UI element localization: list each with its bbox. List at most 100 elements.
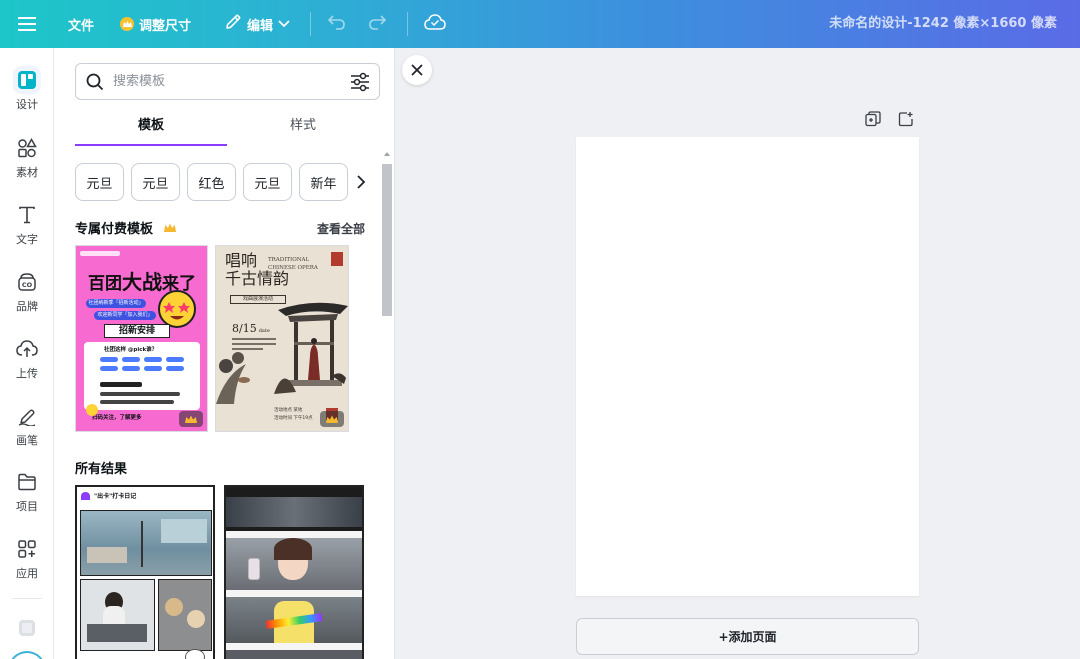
template-card-photo-diary[interactable]: "出卡"打卡日记 [75, 485, 215, 659]
menu-icon[interactable] [0, 0, 54, 48]
template-card-chinese-opera[interactable]: 唱响 千古情韵 TRADITIONAL CHINESE OPERA 戏曲展演活动… [215, 245, 349, 432]
suggestion-chips: 元旦 元旦 红色 元旦 新年 [75, 163, 348, 201]
card2-english: TRADITIONAL CHINESE OPERA [268, 257, 318, 271]
card1-tag-grid [100, 357, 190, 381]
card1-panel: 社团这样 @pick谁？ [84, 342, 200, 410]
rail-item-apps[interactable]: 应用 [0, 537, 54, 581]
add-page-button[interactable]: +添加页面 [576, 618, 919, 655]
panel-tabs: 模板 样式 [75, 114, 380, 146]
design-page[interactable] [576, 137, 919, 596]
photo-girl-selfie [226, 538, 362, 590]
elements-icon [0, 136, 54, 160]
edit-label: 编辑 [247, 18, 274, 34]
search-box[interactable] [75, 63, 380, 100]
chip[interactable]: 红色 [187, 163, 236, 201]
card1-line2: 欢迎新同学「加入我们」 [94, 311, 156, 320]
close-icon [411, 61, 423, 80]
resize-button[interactable]: 调整尺寸 [120, 0, 191, 48]
brand-icon: CO [0, 270, 54, 294]
upload-icon [0, 337, 54, 361]
search-icon [85, 72, 105, 92]
card2-date: 8/15 date [232, 322, 270, 335]
close-panel-button[interactable] [402, 55, 432, 85]
file-menu-button[interactable]: 文件 [68, 0, 94, 48]
seal-stamp [331, 252, 343, 266]
edit-menu-button[interactable]: 编辑 [224, 0, 290, 48]
top-bar: 文件 调整尺寸 编辑 未命名的设计-1242 像素×1660 像素 [0, 0, 1080, 48]
add-page-icon[interactable] [898, 111, 914, 131]
rail-item-design[interactable]: 设计 [0, 66, 54, 112]
draw-icon [0, 404, 54, 428]
crown-icon [163, 222, 176, 237]
template-card-selfie-strip[interactable] [224, 485, 364, 659]
chip[interactable]: 元旦 [131, 163, 180, 201]
rail-label: 画笔 [16, 434, 38, 447]
tab-templates[interactable]: 模板 [75, 114, 227, 146]
more-icon[interactable] [19, 620, 35, 640]
pencil-icon [224, 13, 242, 35]
rail-item-brand[interactable]: CO 品牌 [0, 270, 54, 314]
tree-branch-illustration [216, 352, 250, 404]
premium-crown-badge [179, 411, 203, 427]
duplicate-page-icon[interactable] [865, 111, 881, 131]
emoji-icon [86, 404, 98, 416]
templates-panel: 模板 样式 元旦 元旦 红色 元旦 新年 专属付费模板 查看全部 百团大战来了 … [54, 48, 395, 659]
rail-label: 应用 [16, 567, 38, 580]
rail-label: 素材 [16, 166, 38, 179]
rail-label: 项目 [16, 500, 38, 513]
see-all-link[interactable]: 查看全部 [317, 220, 365, 237]
card1-ask: 社团这样 @pick谁？ [104, 347, 158, 353]
rail-item-text[interactable]: 文字 [0, 203, 54, 247]
chip[interactable]: 元旦 [243, 163, 292, 201]
card3-header: "出卡"打卡日记 [81, 491, 136, 500]
photo-strip-top [226, 497, 362, 527]
divider [310, 12, 312, 36]
file-menu-label: 文件 [68, 18, 95, 34]
tab-styles[interactable]: 样式 [227, 114, 379, 146]
chevron-down-icon [278, 17, 290, 32]
filter-icon[interactable] [350, 72, 370, 96]
flower-sticker-icon [185, 649, 205, 659]
card1-text-line [100, 392, 180, 396]
avatar[interactable] [8, 651, 46, 659]
card2-info: 活动地点 某地 活动时间 下午19点 [274, 408, 313, 421]
projects-icon [0, 470, 54, 494]
card1-section: 招新安排 [104, 324, 170, 338]
card1-footer: 扫码关注，了解更多 [92, 415, 142, 421]
photo-girl-rainbow [226, 597, 362, 643]
search-input[interactable] [113, 74, 333, 89]
rail-item-upload[interactable]: 上传 [0, 337, 54, 381]
card-decoration [80, 251, 120, 256]
photo-frame-bar [226, 590, 362, 597]
canvas-area: +添加页面 [396, 48, 1080, 659]
document-title[interactable]: 未命名的设计-1242 像素×1660 像素 [829, 0, 1057, 48]
card1-text-line [100, 382, 142, 387]
scroll-up-arrow[interactable] [384, 152, 390, 156]
premium-section-title: 专属付费模板 [75, 218, 176, 237]
photo-coffee [158, 579, 212, 651]
chip[interactable]: 元旦 [75, 163, 124, 201]
rail-item-projects[interactable]: 项目 [0, 470, 54, 514]
chevron-right-icon[interactable] [351, 172, 371, 192]
scroll-thumb[interactable] [382, 164, 392, 316]
card1-text-line [100, 400, 174, 404]
undo-icon[interactable] [327, 14, 347, 34]
premium-crown-badge [320, 411, 344, 427]
divider [407, 12, 409, 36]
photo-gym [80, 510, 212, 576]
panel-scrollbar[interactable] [380, 148, 394, 659]
rail-item-elements[interactable]: 素材 [0, 136, 54, 180]
template-card-club-recruitment[interactable]: 百团大战来了 社团纳新季「招新活动」 欢迎新同学「加入我们」 招新安排 社团这样… [75, 245, 208, 432]
rail-item-draw[interactable]: 画笔 [0, 404, 54, 448]
cloud-saved-icon[interactable] [424, 14, 446, 34]
left-rail: 设计 素材 文字 CO 品牌 上传 画笔 项目 应用 [0, 48, 54, 659]
photo-woman-laptop [80, 579, 155, 651]
rail-divider [12, 598, 42, 599]
svg-text:CO: CO [22, 281, 33, 289]
rail-label: 文字 [16, 233, 38, 246]
heart-icon [81, 491, 90, 500]
apps-icon [0, 537, 54, 561]
redo-icon[interactable] [367, 14, 387, 34]
chip[interactable]: 新年 [299, 163, 348, 201]
resize-label: 调整尺寸 [139, 18, 192, 34]
